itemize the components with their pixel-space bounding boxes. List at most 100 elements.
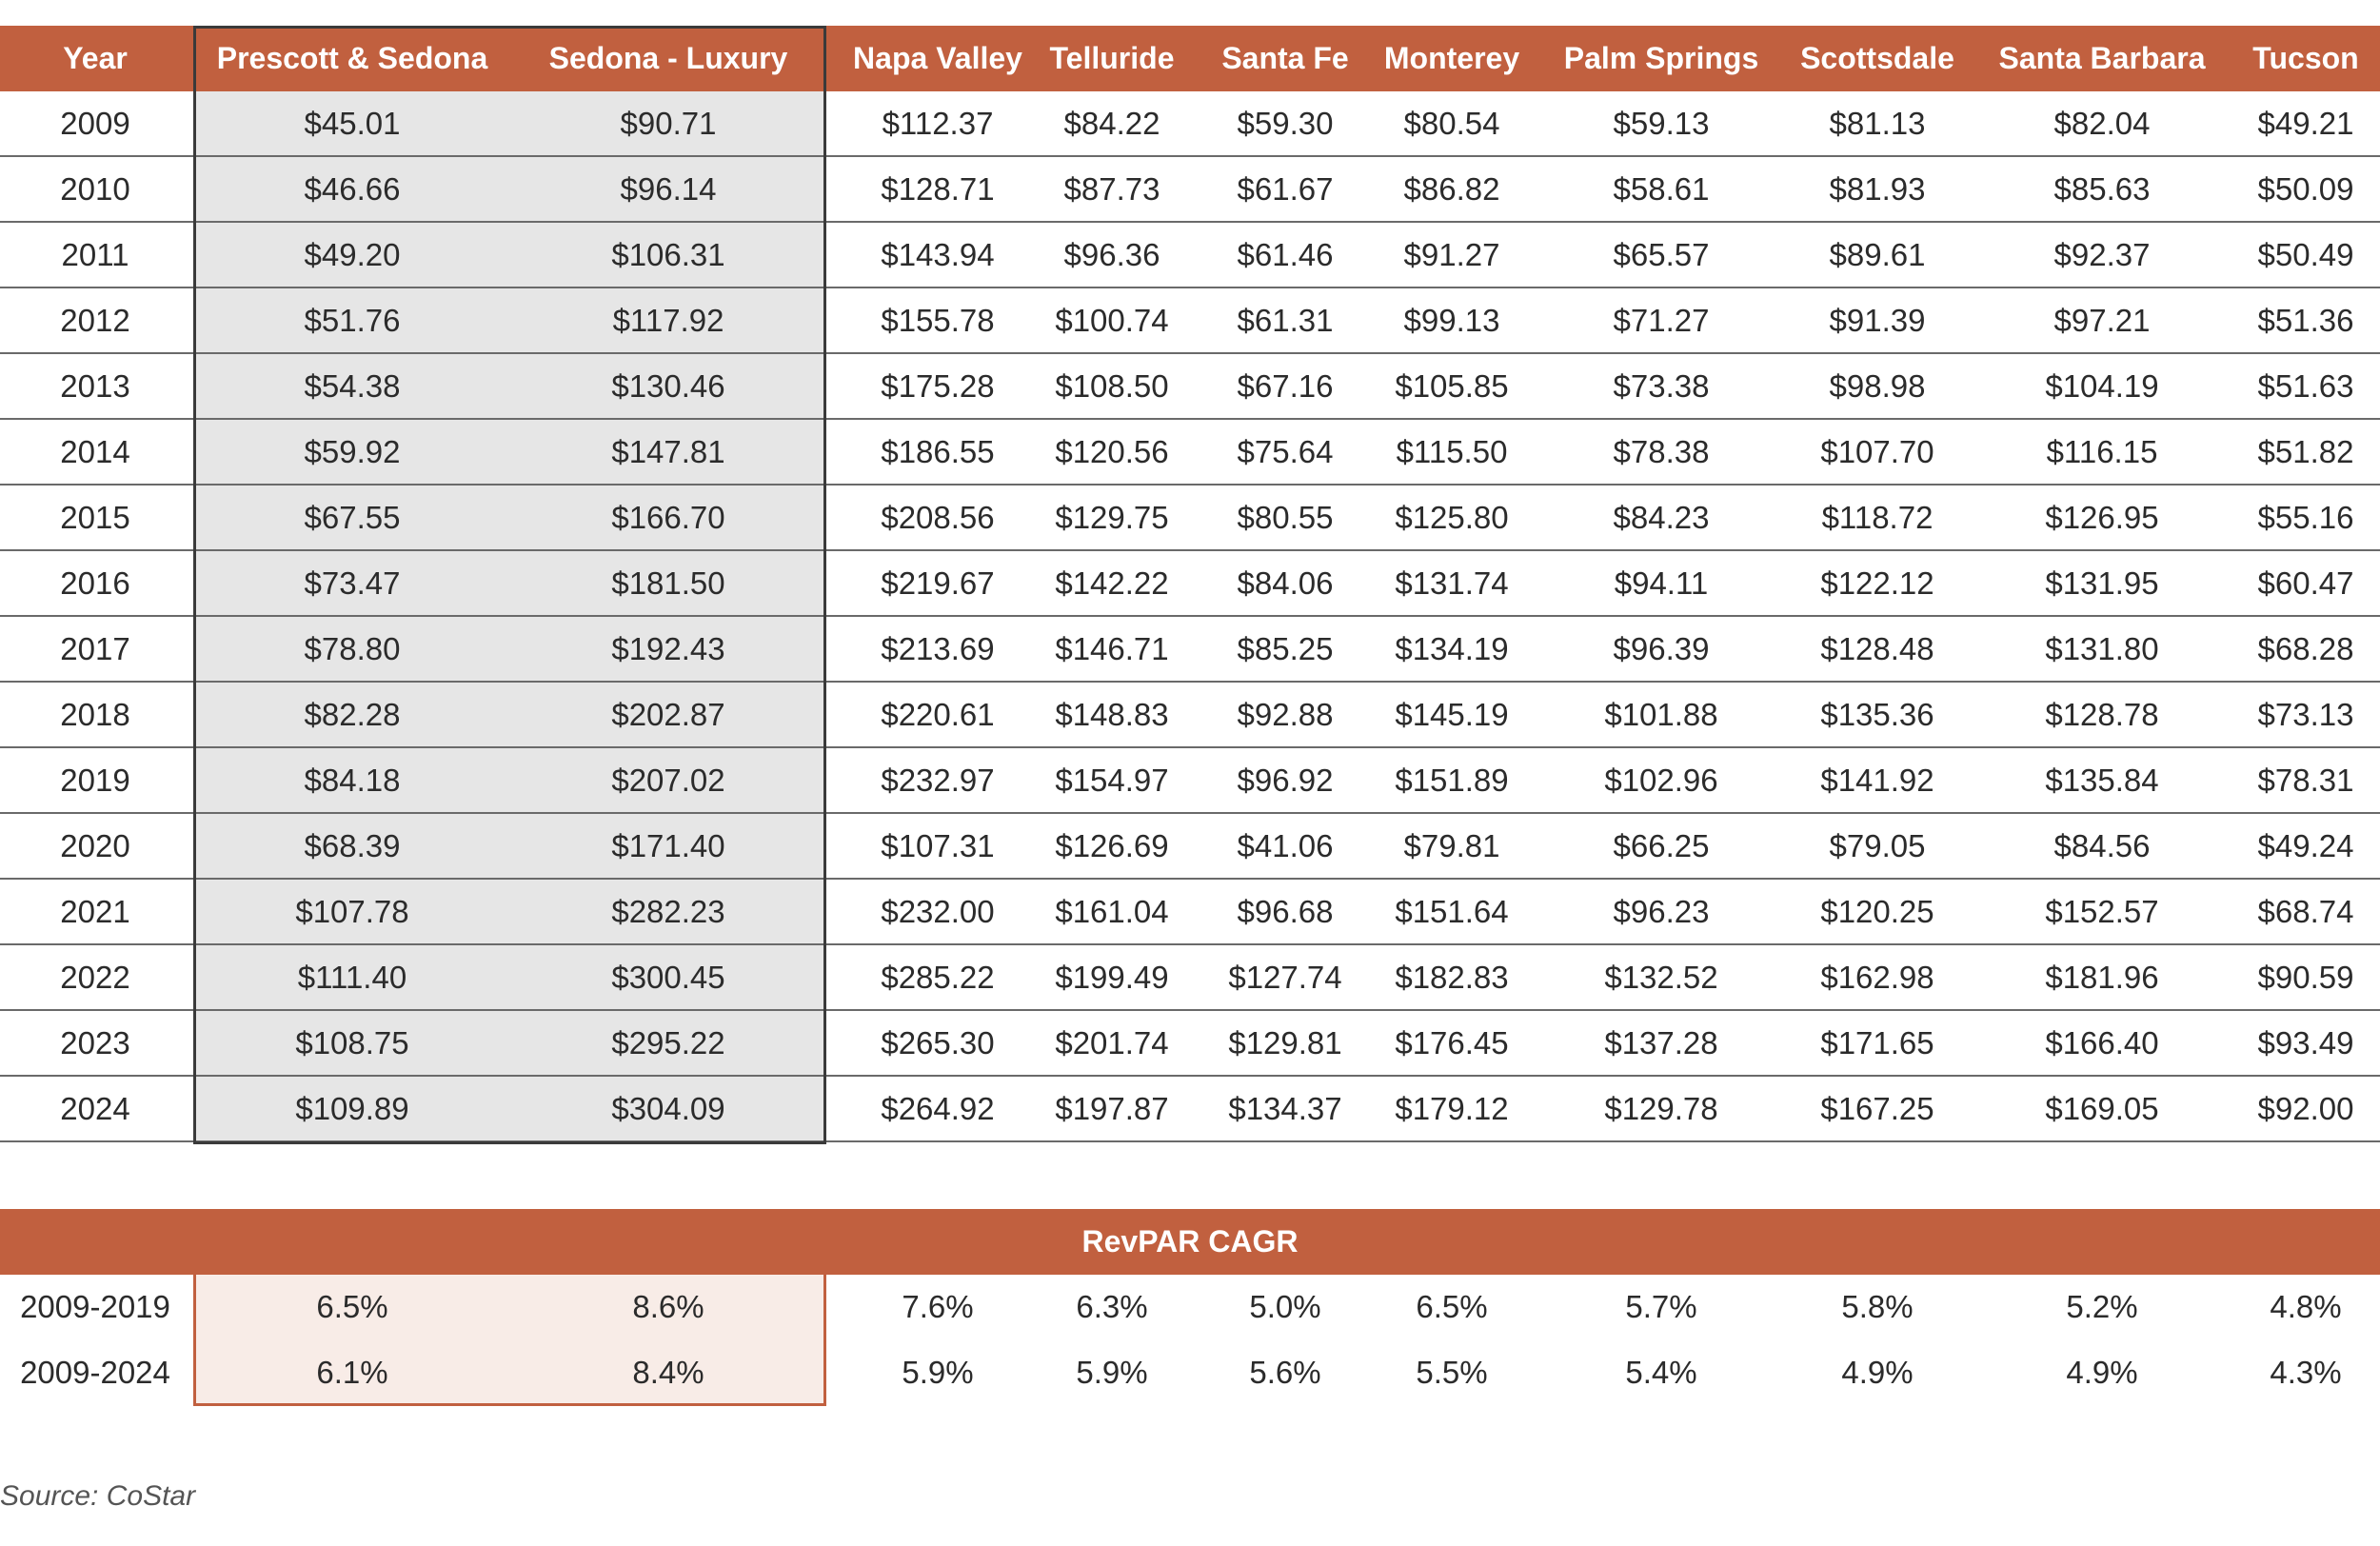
revpar-cell: $61.31 <box>1237 303 1334 338</box>
revpar-cell: $51.82 <box>2257 434 2354 469</box>
cagr-cell: 8.4% <box>632 1355 704 1390</box>
revpar-cell: $91.27 <box>1403 237 1500 272</box>
revpar-cell: $82.04 <box>2053 106 2151 141</box>
cagr-cell: 5.8% <box>1841 1289 1914 1324</box>
revpar-cell: $181.96 <box>2045 960 2159 995</box>
cagr-cell: 4.3% <box>2270 1355 2342 1390</box>
revpar-cell: $179.12 <box>1395 1091 1509 1126</box>
revpar-cell: $89.61 <box>1829 237 1926 272</box>
revpar-cell: $134.37 <box>1228 1091 1342 1126</box>
cagr-cell: 6.5% <box>1416 1289 1488 1324</box>
highlight-columns-border <box>193 26 826 1144</box>
cagr-cell: 5.6% <box>1249 1355 1321 1390</box>
revpar-cell: $81.93 <box>1829 171 1926 207</box>
cagr-cell: 5.0% <box>1249 1289 1321 1324</box>
revpar-cell: $232.97 <box>881 763 995 798</box>
revpar-cell: $175.28 <box>881 368 995 404</box>
revpar-cell: $96.92 <box>1237 763 1334 798</box>
revpar-cell: $128.78 <box>2045 697 2159 732</box>
cagr-cell: 4.9% <box>1841 1355 1914 1390</box>
revpar-cell: $96.68 <box>1237 894 1334 929</box>
column-header: Tucson <box>2252 41 2359 75</box>
revpar-cell: $176.45 <box>1395 1025 1509 1060</box>
revpar-cell: $137.28 <box>1604 1025 1718 1060</box>
revpar-cell: $84.23 <box>1613 500 1710 535</box>
revpar-cell: $213.69 <box>881 631 995 666</box>
revpar-cell: $92.00 <box>2257 1091 2354 1126</box>
revpar-cell: $135.36 <box>1820 697 1934 732</box>
revpar-cell: $171.65 <box>1820 1025 1934 1060</box>
revpar-cell: $148.83 <box>1055 697 1169 732</box>
revpar-cell: $98.98 <box>1829 368 1926 404</box>
revpar-cell: $182.83 <box>1395 960 1509 995</box>
year-cell: 2011 <box>61 237 129 272</box>
period-cell: 2009-2019 <box>20 1289 170 1324</box>
revpar-cell: $96.23 <box>1613 894 1710 929</box>
revpar-cell: $66.25 <box>1613 828 1710 863</box>
revpar-cell: $129.78 <box>1604 1091 1718 1126</box>
revpar-cell: $87.73 <box>1063 171 1160 207</box>
revpar-cell: $134.19 <box>1395 631 1509 666</box>
cagr-row: 2009-2019 6.5% 8.6% 7.6% 6.3% 5.0% 6.5% 5.7% 5.8… <box>0 1275 2380 1340</box>
revpar-cell: $131.95 <box>2045 565 2159 601</box>
revpar-cell: $97.21 <box>2053 303 2151 338</box>
revpar-cell: $78.38 <box>1613 434 1710 469</box>
revpar-cell: $78.31 <box>2257 763 2354 798</box>
cagr-cell: 5.2% <box>2066 1289 2138 1324</box>
year-cell: 2018 <box>60 697 130 732</box>
revpar-cell: $107.70 <box>1820 434 1934 469</box>
revpar-cell: $80.54 <box>1403 106 1500 141</box>
year-cell: 2013 <box>60 368 130 404</box>
revpar-cell: $129.81 <box>1228 1025 1342 1060</box>
revpar-cell: $126.95 <box>2045 500 2159 535</box>
revpar-cell: $107.31 <box>881 828 995 863</box>
revpar-cell: $120.25 <box>1820 894 1934 929</box>
revpar-cell: $201.74 <box>1055 1025 1169 1060</box>
revpar-cell: $58.61 <box>1613 171 1710 207</box>
revpar-cell: $285.22 <box>881 960 995 995</box>
year-cell: 2015 <box>60 500 130 535</box>
revpar-cell: $142.22 <box>1055 565 1169 601</box>
revpar-cell: $102.96 <box>1604 763 1718 798</box>
revpar-cell: $166.40 <box>2045 1025 2159 1060</box>
revpar-cell: $118.72 <box>1821 500 1934 535</box>
year-cell: 2024 <box>60 1091 130 1126</box>
revpar-cell: $162.98 <box>1820 960 1934 995</box>
revpar-cell: $131.74 <box>1395 565 1509 601</box>
revpar-cell: $115.50 <box>1396 434 1508 469</box>
year-cell: 2014 <box>60 434 130 469</box>
revpar-cell: $145.19 <box>1395 697 1509 732</box>
revpar-cell: $128.48 <box>1820 631 1934 666</box>
cagr-cell: 5.5% <box>1416 1355 1488 1390</box>
period-cell: 2009-2024 <box>20 1355 170 1390</box>
revpar-cell: $73.13 <box>2257 697 2354 732</box>
column-header: Santa Barbara <box>1998 41 2206 75</box>
revpar-cell: $61.67 <box>1237 171 1334 207</box>
revpar-cell: $143.94 <box>881 237 995 272</box>
revpar-cell: $100.74 <box>1055 303 1169 338</box>
revpar-cell: $60.47 <box>2257 565 2354 601</box>
revpar-cell: $79.05 <box>1829 828 1926 863</box>
revpar-cell: $151.89 <box>1395 763 1509 798</box>
revpar-cell: $55.16 <box>2257 500 2354 535</box>
revpar-cell: $127.74 <box>1228 960 1342 995</box>
cagr-cell: 5.7% <box>1625 1289 1697 1324</box>
revpar-cell: $199.49 <box>1055 960 1169 995</box>
cagr-title: RevPAR CAGR <box>0 1209 2380 1275</box>
revpar-cell: $61.46 <box>1237 237 1334 272</box>
revpar-cell: $50.49 <box>2257 237 2354 272</box>
revpar-cell: $50.09 <box>2257 171 2354 207</box>
revpar-cell: $92.88 <box>1237 697 1334 732</box>
revpar-cell: $129.75 <box>1055 500 1169 535</box>
cagr-cell: 6.1% <box>316 1355 388 1390</box>
year-cell: 2021 <box>60 894 130 929</box>
cagr-cell: 5.4% <box>1625 1355 1697 1390</box>
revpar-cell: $125.80 <box>1395 500 1509 535</box>
cagr-cell: 6.3% <box>1076 1289 1148 1324</box>
revpar-table-figure: Year Prescott & Sedona Sedona - Luxury Napa… <box>0 0 2380 1546</box>
revpar-cell: $186.55 <box>881 434 995 469</box>
revpar-cell: $101.88 <box>1604 697 1718 732</box>
revpar-cell: $141.92 <box>1820 763 1934 798</box>
revpar-cell: $167.25 <box>1820 1091 1934 1126</box>
column-header: Santa Fe <box>1221 41 1349 75</box>
